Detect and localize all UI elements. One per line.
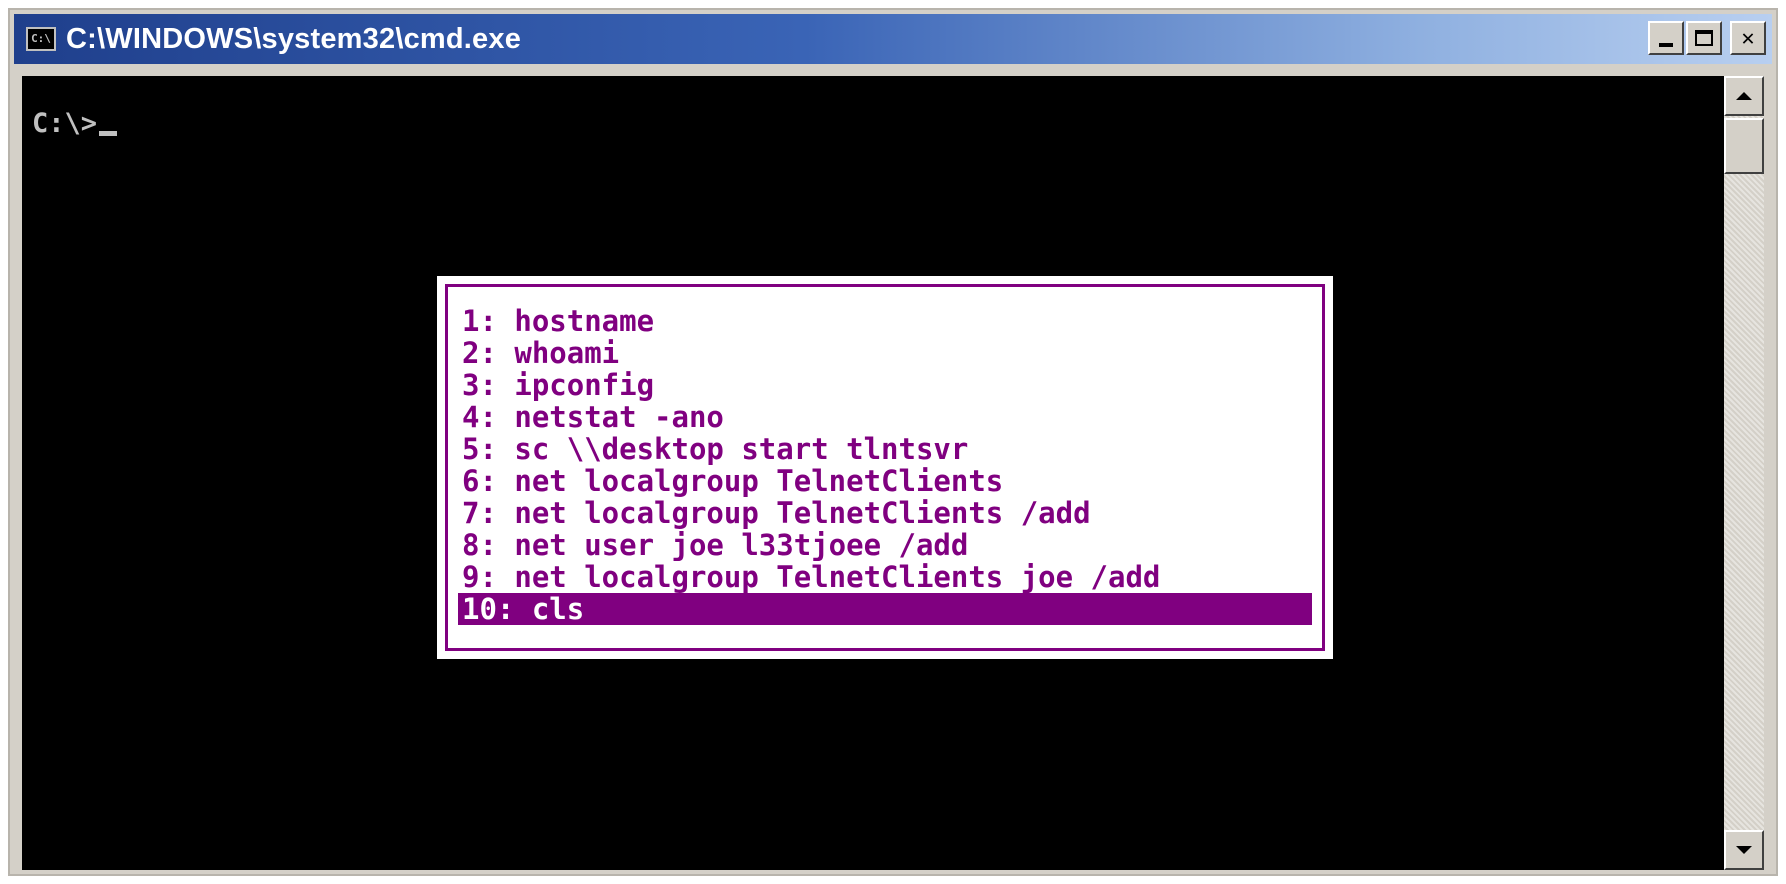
history-item[interactable]: 8: net user joe l33tjoee /add (458, 529, 1312, 561)
history-item[interactable]: 5: sc \\desktop start tlntsvr (458, 433, 1312, 465)
command-history-popup: 1: hostname 2: whoami 3: ipconfig 4: net… (437, 276, 1333, 659)
maximize-button[interactable] (1686, 21, 1722, 55)
history-item[interactable]: 2: whoami (458, 337, 1312, 369)
text-cursor (99, 131, 118, 136)
title-bar[interactable]: C:\ C:\WINDOWS\system32\cmd.exe ✕ (14, 14, 1772, 64)
console-area[interactable]: C:\> 1: hostname 2: whoami 3: ipconfig 4… (22, 76, 1736, 870)
vertical-scrollbar[interactable] (1724, 76, 1764, 870)
history-item[interactable]: 6: net localgroup TelnetClients (458, 465, 1312, 497)
cmd-window: C:\ C:\WINDOWS\system32\cmd.exe ✕ C:\> 1… (8, 8, 1778, 876)
scroll-up-button[interactable] (1724, 76, 1764, 116)
prompt-text: C:\> (32, 108, 98, 139)
history-item[interactable]: 3: ipconfig (458, 369, 1312, 401)
history-item[interactable]: 7: net localgroup TelnetClients /add (458, 497, 1312, 529)
close-button[interactable]: ✕ (1730, 21, 1766, 55)
history-item[interactable]: 1: hostname (458, 305, 1312, 337)
command-prompt: C:\> (32, 108, 118, 139)
history-list: 1: hostname 2: whoami 3: ipconfig 4: net… (445, 284, 1325, 651)
minimize-icon (1659, 43, 1673, 47)
scroll-down-icon (1736, 846, 1752, 854)
scroll-down-button[interactable] (1724, 830, 1764, 870)
history-item[interactable]: 9: net localgroup TelnetClients joe /add (458, 561, 1312, 593)
history-item-selected[interactable]: 10: cls (458, 593, 1312, 625)
close-icon: ✕ (1741, 25, 1755, 51)
window-controls: ✕ (1648, 21, 1766, 55)
cmd-icon[interactable]: C:\ (26, 27, 56, 51)
minimize-button[interactable] (1648, 21, 1684, 55)
scroll-thumb[interactable] (1724, 118, 1764, 174)
scroll-up-icon (1736, 92, 1752, 100)
history-item[interactable]: 4: netstat -ano (458, 401, 1312, 433)
window-title: C:\WINDOWS\system32\cmd.exe (66, 22, 522, 55)
maximize-icon (1695, 30, 1713, 46)
